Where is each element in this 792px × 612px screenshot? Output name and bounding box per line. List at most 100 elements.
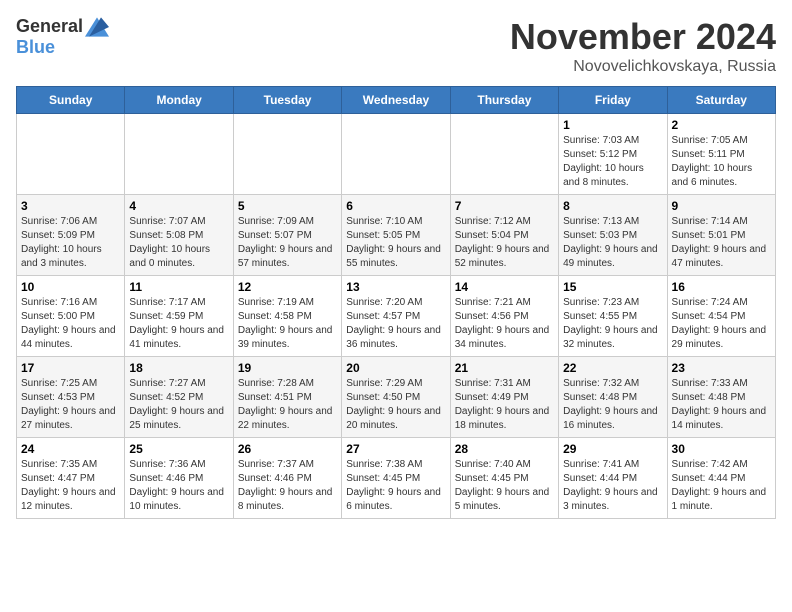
day-info: Sunrise: 7:23 AM Sunset: 4:55 PM Dayligh… <box>563 296 662 352</box>
day-cell: 1Sunrise: 7:03 AM Sunset: 5:12 PM Daylig… <box>559 114 667 195</box>
day-cell: 28 Sunrise: 7:40 AM Sunset: 4:45 PM Dayli… <box>450 438 558 519</box>
location-title: Novovelichkovskaya, Russia <box>510 58 776 76</box>
day-number: 14 <box>455 280 554 294</box>
day-cell: 29 Sunrise: 7:41 AM Sunset: 4:44 PM Dayli… <box>559 438 667 519</box>
day-info: Sunrise: 7:31 AM Sunset: 4:49 PM Dayligh… <box>455 377 554 433</box>
day-number: 24 <box>21 442 120 456</box>
day-number: 18 <box>129 361 228 375</box>
day-cell: 23 Sunrise: 7:33 AM Sunset: 4:48 PM Dayli… <box>667 357 775 438</box>
day-cell: 15 Sunrise: 7:23 AM Sunset: 4:55 PM Dayli… <box>559 276 667 357</box>
day-info: Sunrise: 7:33 AM Sunset: 4:48 PM Dayligh… <box>672 377 771 433</box>
day-info: Sunrise: 7:40 AM Sunset: 4:45 PM Dayligh… <box>455 458 554 514</box>
week-row-5: 24Sunrise: 7:35 AM Sunset: 4:47 PM Dayli… <box>17 438 776 519</box>
weekday-header-friday: Friday <box>559 87 667 114</box>
day-number: 16 <box>672 280 771 294</box>
week-row-1: 1Sunrise: 7:03 AM Sunset: 5:12 PM Daylig… <box>17 114 776 195</box>
day-cell: 18 Sunrise: 7:27 AM Sunset: 4:52 PM Dayli… <box>125 357 233 438</box>
weekday-header-tuesday: Tuesday <box>233 87 341 114</box>
day-info: Sunrise: 7:41 AM Sunset: 4:44 PM Dayligh… <box>563 458 662 514</box>
day-cell: 8Sunrise: 7:13 AM Sunset: 5:03 PM Daylig… <box>559 195 667 276</box>
day-cell: 20 Sunrise: 7:29 AM Sunset: 4:50 PM Dayli… <box>342 357 450 438</box>
day-info: Sunrise: 7:32 AM Sunset: 4:48 PM Dayligh… <box>563 377 662 433</box>
day-info: Sunrise: 7:09 AM Sunset: 5:07 PM Dayligh… <box>238 215 337 271</box>
day-cell <box>17 114 125 195</box>
day-cell: 3 Sunrise: 7:06 AM Sunset: 5:09 PM Daylig… <box>17 195 125 276</box>
weekday-header-monday: Monday <box>125 87 233 114</box>
day-number: 12 <box>238 280 337 294</box>
month-title: November 2024 <box>510 16 776 58</box>
day-info: Sunrise: 7:05 AM Sunset: 5:11 PM Dayligh… <box>672 134 771 190</box>
day-info: Sunrise: 7:28 AM Sunset: 4:51 PM Dayligh… <box>238 377 337 433</box>
day-info: Sunrise: 7:20 AM Sunset: 4:57 PM Dayligh… <box>346 296 445 352</box>
day-cell <box>342 114 450 195</box>
day-cell: 10Sunrise: 7:16 AM Sunset: 5:00 PM Dayli… <box>17 276 125 357</box>
day-cell: 4Sunrise: 7:07 AM Sunset: 5:08 PM Daylig… <box>125 195 233 276</box>
day-cell <box>450 114 558 195</box>
week-row-4: 17Sunrise: 7:25 AM Sunset: 4:53 PM Dayli… <box>17 357 776 438</box>
day-info: Sunrise: 7:21 AM Sunset: 4:56 PM Dayligh… <box>455 296 554 352</box>
day-info: Sunrise: 7:36 AM Sunset: 4:46 PM Dayligh… <box>129 458 228 514</box>
day-number: 27 <box>346 442 445 456</box>
day-number: 11 <box>129 280 228 294</box>
weekday-header-row: SundayMondayTuesdayWednesdayThursdayFrid… <box>17 87 776 114</box>
day-cell: 21 Sunrise: 7:31 AM Sunset: 4:49 PM Dayli… <box>450 357 558 438</box>
logo-blue: Blue <box>16 37 55 58</box>
day-cell: 2 Sunrise: 7:05 AM Sunset: 5:11 PM Daylig… <box>667 114 775 195</box>
day-number: 6 <box>346 199 445 213</box>
weekday-header-sunday: Sunday <box>17 87 125 114</box>
logo-general: General <box>16 16 83 37</box>
day-cell: 5 Sunrise: 7:09 AM Sunset: 5:07 PM Daylig… <box>233 195 341 276</box>
day-cell: 30Sunrise: 7:42 AM Sunset: 4:44 PM Dayli… <box>667 438 775 519</box>
day-info: Sunrise: 7:13 AM Sunset: 5:03 PM Dayligh… <box>563 215 662 271</box>
day-cell: 13 Sunrise: 7:20 AM Sunset: 4:57 PM Dayli… <box>342 276 450 357</box>
day-number: 25 <box>129 442 228 456</box>
weekday-header-wednesday: Wednesday <box>342 87 450 114</box>
day-cell: 9Sunrise: 7:14 AM Sunset: 5:01 PM Daylig… <box>667 195 775 276</box>
day-number: 28 <box>455 442 554 456</box>
day-cell <box>125 114 233 195</box>
day-number: 22 <box>563 361 662 375</box>
day-number: 26 <box>238 442 337 456</box>
day-info: Sunrise: 7:14 AM Sunset: 5:01 PM Dayligh… <box>672 215 771 271</box>
day-cell: 19Sunrise: 7:28 AM Sunset: 4:51 PM Dayli… <box>233 357 341 438</box>
day-info: Sunrise: 7:10 AM Sunset: 5:05 PM Dayligh… <box>346 215 445 271</box>
day-info: Sunrise: 7:03 AM Sunset: 5:12 PM Dayligh… <box>563 134 662 190</box>
day-number: 2 <box>672 118 771 132</box>
day-cell: 22 Sunrise: 7:32 AM Sunset: 4:48 PM Dayli… <box>559 357 667 438</box>
day-info: Sunrise: 7:27 AM Sunset: 4:52 PM Dayligh… <box>129 377 228 433</box>
day-cell: 12 Sunrise: 7:19 AM Sunset: 4:58 PM Dayli… <box>233 276 341 357</box>
day-number: 13 <box>346 280 445 294</box>
day-info: Sunrise: 7:16 AM Sunset: 5:00 PM Dayligh… <box>21 296 120 352</box>
day-number: 15 <box>563 280 662 294</box>
day-number: 5 <box>238 199 337 213</box>
day-info: Sunrise: 7:17 AM Sunset: 4:59 PM Dayligh… <box>129 296 228 352</box>
week-row-3: 10Sunrise: 7:16 AM Sunset: 5:00 PM Dayli… <box>17 276 776 357</box>
logo-icon <box>85 17 109 37</box>
day-cell: 17Sunrise: 7:25 AM Sunset: 4:53 PM Dayli… <box>17 357 125 438</box>
day-number: 23 <box>672 361 771 375</box>
day-number: 7 <box>455 199 554 213</box>
day-info: Sunrise: 7:19 AM Sunset: 4:58 PM Dayligh… <box>238 296 337 352</box>
day-cell: 16 Sunrise: 7:24 AM Sunset: 4:54 PM Dayli… <box>667 276 775 357</box>
day-number: 21 <box>455 361 554 375</box>
day-number: 20 <box>346 361 445 375</box>
day-info: Sunrise: 7:06 AM Sunset: 5:09 PM Dayligh… <box>21 215 120 271</box>
day-info: Sunrise: 7:12 AM Sunset: 5:04 PM Dayligh… <box>455 215 554 271</box>
day-cell: 6 Sunrise: 7:10 AM Sunset: 5:05 PM Daylig… <box>342 195 450 276</box>
day-info: Sunrise: 7:24 AM Sunset: 4:54 PM Dayligh… <box>672 296 771 352</box>
day-info: Sunrise: 7:29 AM Sunset: 4:50 PM Dayligh… <box>346 377 445 433</box>
header: General Blue November 2024 Novovelichkov… <box>16 16 776 76</box>
day-number: 29 <box>563 442 662 456</box>
day-number: 3 <box>21 199 120 213</box>
day-cell: 24Sunrise: 7:35 AM Sunset: 4:47 PM Dayli… <box>17 438 125 519</box>
weekday-header-saturday: Saturday <box>667 87 775 114</box>
day-info: Sunrise: 7:07 AM Sunset: 5:08 PM Dayligh… <box>129 215 228 271</box>
day-info: Sunrise: 7:42 AM Sunset: 4:44 PM Dayligh… <box>672 458 771 514</box>
logo: General Blue <box>16 16 109 58</box>
week-row-2: 3 Sunrise: 7:06 AM Sunset: 5:09 PM Daylig… <box>17 195 776 276</box>
day-cell <box>233 114 341 195</box>
day-cell: 25 Sunrise: 7:36 AM Sunset: 4:46 PM Dayli… <box>125 438 233 519</box>
day-cell: 26Sunrise: 7:37 AM Sunset: 4:46 PM Dayli… <box>233 438 341 519</box>
day-info: Sunrise: 7:38 AM Sunset: 4:45 PM Dayligh… <box>346 458 445 514</box>
day-number: 17 <box>21 361 120 375</box>
